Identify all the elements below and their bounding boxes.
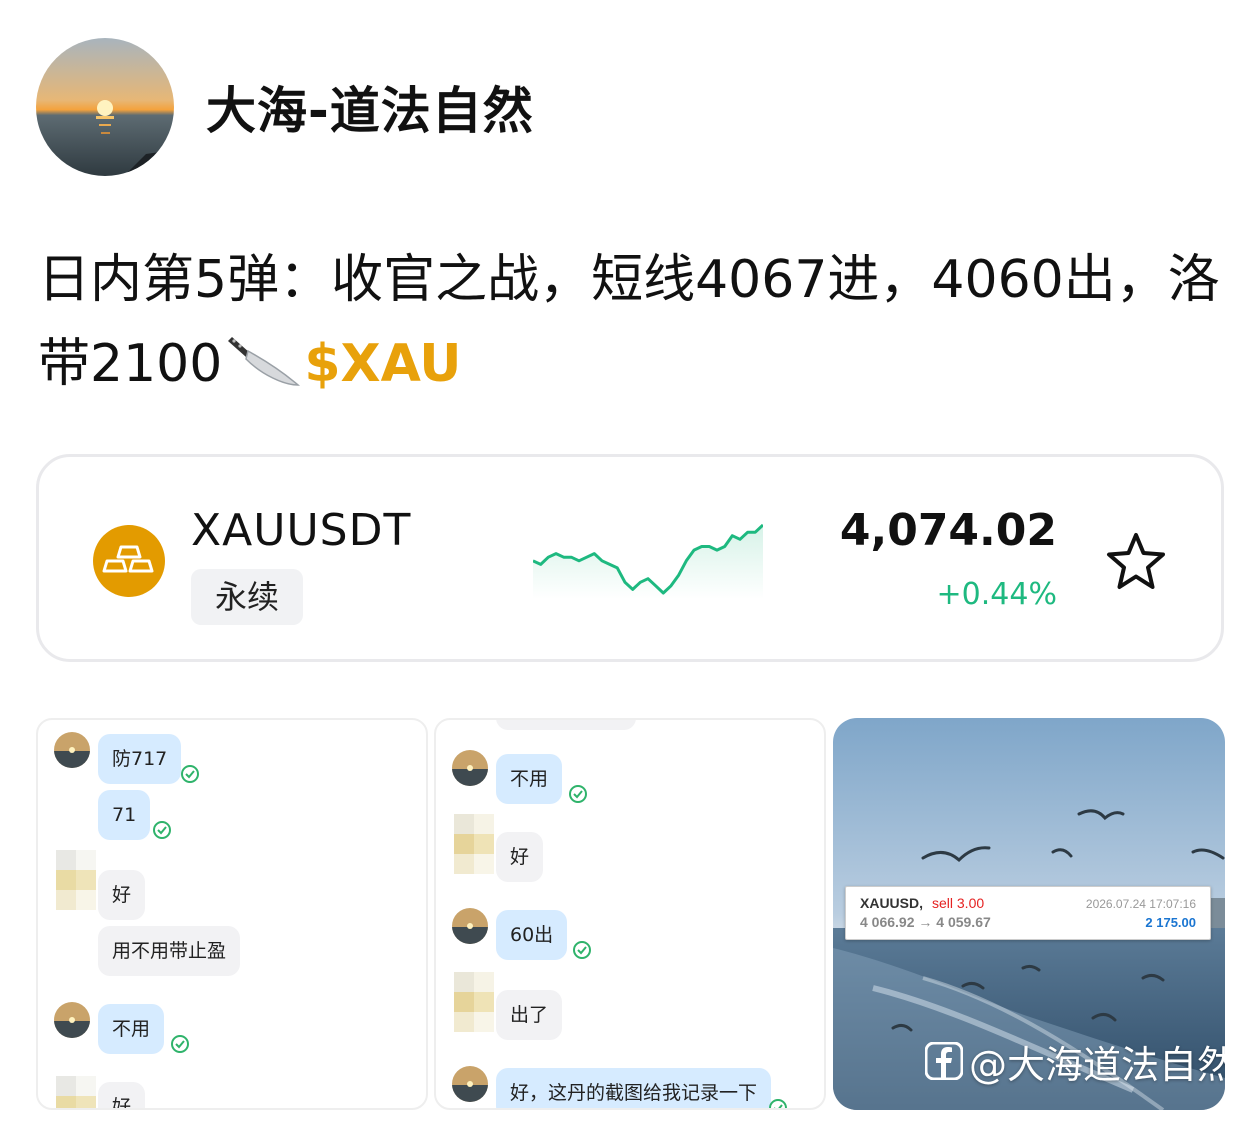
ticker-symbol: XAUUSDT (191, 505, 412, 556)
chat-message: 不用 (496, 754, 563, 804)
read-check-icon (769, 1099, 787, 1108)
chat-message: 好 (98, 870, 146, 920)
author-avatar[interactable] (36, 38, 174, 176)
chat-message: 好 (496, 832, 544, 882)
ticker-change: +0.44% (936, 577, 1057, 612)
sunset-avatar-icon (54, 732, 90, 768)
chat-message-cut (496, 720, 636, 730)
chat-message: 用不用带止盈 (98, 926, 241, 976)
read-check-icon (153, 821, 171, 839)
facebook-icon (925, 1042, 963, 1080)
ticker-price: 4,074.02 (839, 505, 1057, 556)
chat-message: 防717 (98, 734, 182, 784)
author-name[interactable]: 大海-道法自然 (206, 71, 534, 143)
gold-bars-icon (93, 525, 165, 597)
chat-message: 好，这丹的截图给我记录一下 (496, 1068, 772, 1108)
trade-side: sell 3.00 (932, 895, 985, 911)
trade-record-card: XAUUSD, sell 3.00 2026.07.24 17:07:16 4 … (845, 886, 1211, 940)
sunset-avatar-icon (36, 38, 174, 176)
chat-message: 好 (98, 1082, 146, 1108)
chat-message: 出了 (496, 990, 563, 1040)
sunset-avatar-icon (452, 1066, 488, 1102)
ticker-link[interactable]: $XAU (304, 334, 461, 394)
blurred-avatar-icon (56, 1076, 96, 1108)
read-check-icon (171, 1035, 189, 1053)
trade-profit: 2 175.00 (1145, 915, 1196, 930)
watermark-text: @大海道法自然 (969, 1043, 1225, 1087)
chat-message: 71 (98, 790, 151, 840)
read-check-icon (573, 941, 591, 959)
blurred-avatar-icon (454, 972, 494, 1032)
sparkline-area (533, 525, 763, 599)
image-seagull-photo[interactable]: XAUUSD, sell 3.00 2026.07.24 17:07:16 4 … (833, 718, 1225, 1110)
trade-price-range: 4 066.92 → 4 059.67 (860, 914, 991, 930)
blurred-avatar-icon (56, 850, 96, 910)
chat-message: 60出 (496, 910, 568, 960)
chat-message: 不用 (98, 1004, 165, 1054)
image-chat-2[interactable]: 不用 好 60出 出了 好，这丹的截图给我记录一下 (434, 718, 826, 1110)
read-check-icon (181, 765, 199, 783)
price-sparkline (533, 523, 763, 599)
post-body: 日内第5弹：收官之战，短线4067进，4060出，洛带2100 (38, 250, 1220, 394)
post-text: 日内第5弹：收官之战，短线4067进，4060出，洛带2100 $XAU (38, 238, 1228, 406)
ticker-card[interactable]: XAUUSDT 永续 4,074.02 +0.44% (36, 454, 1224, 662)
trade-time: 2026.07.24 17:07:16 (1085, 897, 1196, 911)
blurred-avatar-icon (454, 814, 494, 874)
kitchen-knife-icon (226, 328, 301, 386)
star-icon[interactable] (1105, 531, 1167, 593)
sunset-avatar-icon (452, 908, 488, 944)
trade-symbol: XAUUSD, (860, 895, 924, 911)
read-check-icon (569, 785, 587, 803)
image-chat-1[interactable]: 防717 71 好 用不用带止盈 不用 好 (36, 718, 428, 1110)
sunset-avatar-icon (452, 750, 488, 786)
post-header: 大海-道法自然 (36, 38, 534, 176)
contract-type-tag: 永续 (191, 569, 303, 625)
sunset-avatar-icon (54, 1002, 90, 1038)
